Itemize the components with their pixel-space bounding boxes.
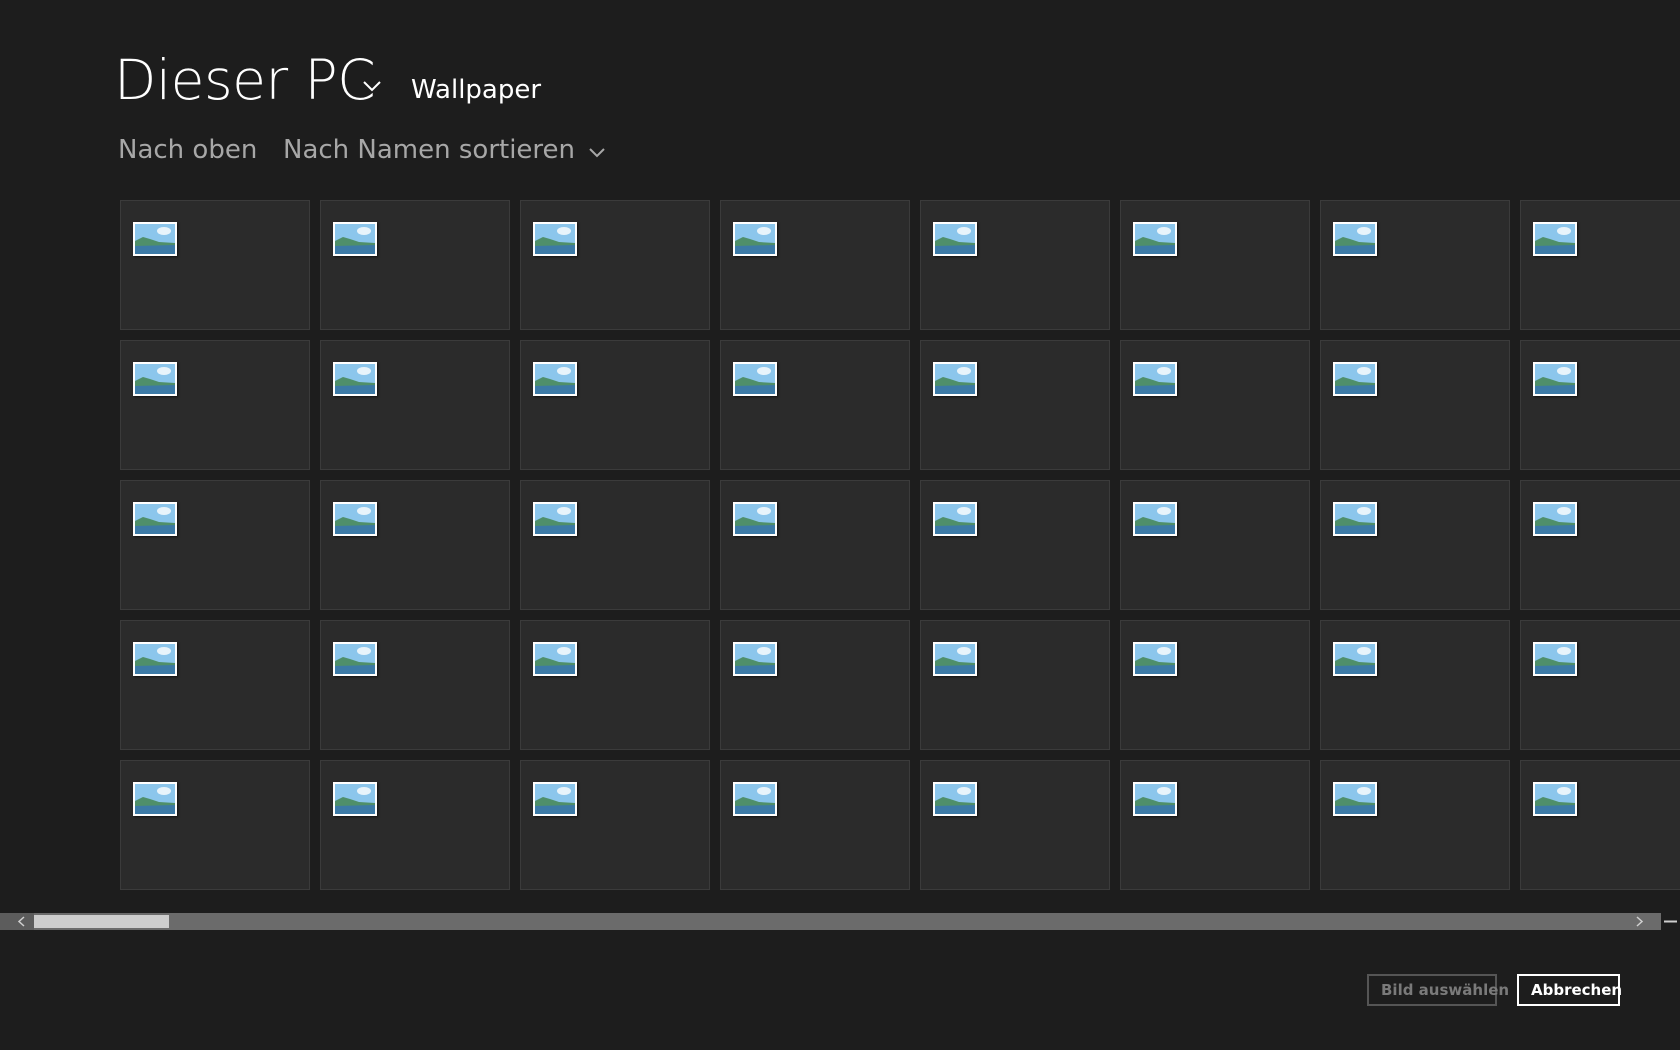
select-image-button[interactable]: Bild auswählen bbox=[1367, 974, 1509, 1006]
sort-label: Nach Namen sortieren bbox=[283, 135, 576, 165]
image-file-icon bbox=[133, 222, 177, 256]
image-file-icon bbox=[1333, 642, 1377, 676]
chevron-down-icon bbox=[589, 148, 605, 158]
image-file-icon bbox=[333, 222, 377, 256]
file-tile[interactable] bbox=[920, 760, 1110, 890]
file-tile[interactable] bbox=[720, 760, 910, 890]
up-button[interactable]: Nach oben bbox=[118, 132, 257, 168]
file-tile[interactable] bbox=[720, 340, 910, 470]
image-file-icon bbox=[1333, 502, 1377, 536]
file-tile[interactable] bbox=[120, 480, 310, 610]
file-tile[interactable] bbox=[1120, 620, 1310, 750]
image-file-icon bbox=[933, 222, 977, 256]
horizontal-scrollbar[interactable] bbox=[0, 913, 1680, 930]
file-tile[interactable] bbox=[1520, 760, 1680, 890]
file-tile[interactable] bbox=[720, 200, 910, 330]
image-file-icon bbox=[533, 222, 577, 256]
minus-icon bbox=[1664, 920, 1677, 923]
image-file-icon bbox=[133, 362, 177, 396]
image-file-icon bbox=[1533, 222, 1577, 256]
file-tile[interactable] bbox=[120, 620, 310, 750]
file-tile[interactable] bbox=[320, 480, 510, 610]
image-file-icon bbox=[333, 642, 377, 676]
file-tile[interactable] bbox=[1320, 480, 1510, 610]
chevron-left-icon bbox=[17, 916, 25, 927]
image-file-icon bbox=[933, 502, 977, 536]
file-tile[interactable] bbox=[1120, 200, 1310, 330]
file-tile[interactable] bbox=[920, 340, 1110, 470]
file-tile[interactable] bbox=[320, 340, 510, 470]
semantic-zoom-button[interactable] bbox=[1661, 913, 1680, 930]
file-picker-window: Dieser PC Wallpaper Nach oben Nach Namen… bbox=[0, 0, 1680, 1050]
file-tile[interactable] bbox=[1320, 200, 1510, 330]
image-file-icon bbox=[1333, 362, 1377, 396]
file-tile[interactable] bbox=[1320, 620, 1510, 750]
image-file-icon bbox=[1533, 642, 1577, 676]
image-file-icon bbox=[933, 642, 977, 676]
file-tile[interactable] bbox=[120, 340, 310, 470]
image-file-icon bbox=[1533, 362, 1577, 396]
file-tile[interactable] bbox=[120, 200, 310, 330]
image-file-icon bbox=[333, 502, 377, 536]
file-tile[interactable] bbox=[1120, 340, 1310, 470]
file-tile[interactable] bbox=[720, 620, 910, 750]
image-file-icon bbox=[1133, 362, 1177, 396]
file-tile[interactable] bbox=[1520, 620, 1680, 750]
file-tile[interactable] bbox=[1120, 760, 1310, 890]
image-file-icon bbox=[333, 362, 377, 396]
image-file-icon bbox=[733, 782, 777, 816]
image-file-icon bbox=[1133, 642, 1177, 676]
file-tile[interactable] bbox=[720, 480, 910, 610]
image-file-icon bbox=[1533, 502, 1577, 536]
image-file-icon bbox=[533, 362, 577, 396]
cancel-button[interactable]: Abbrechen bbox=[1517, 974, 1622, 1006]
file-tile[interactable] bbox=[520, 480, 710, 610]
file-tile[interactable] bbox=[320, 200, 510, 330]
file-tile[interactable] bbox=[120, 760, 310, 890]
file-grid bbox=[120, 200, 1680, 890]
file-tile[interactable] bbox=[520, 200, 710, 330]
file-tile[interactable] bbox=[520, 340, 710, 470]
image-file-icon bbox=[733, 642, 777, 676]
image-file-icon bbox=[533, 782, 577, 816]
file-tile[interactable] bbox=[1520, 200, 1680, 330]
image-file-icon bbox=[1333, 222, 1377, 256]
scroll-left-button[interactable] bbox=[0, 913, 34, 930]
scrollbar-thumb[interactable] bbox=[34, 915, 169, 928]
file-tile[interactable] bbox=[920, 200, 1110, 330]
image-file-icon bbox=[533, 642, 577, 676]
image-file-icon bbox=[133, 782, 177, 816]
image-file-icon bbox=[933, 782, 977, 816]
file-tile[interactable] bbox=[920, 480, 1110, 610]
image-file-icon bbox=[133, 642, 177, 676]
file-tile[interactable] bbox=[1120, 480, 1310, 610]
file-tile[interactable] bbox=[320, 760, 510, 890]
chevron-right-icon bbox=[1636, 916, 1644, 927]
file-tile[interactable] bbox=[1520, 480, 1680, 610]
image-file-icon bbox=[1133, 502, 1177, 536]
file-tile[interactable] bbox=[320, 620, 510, 750]
image-file-icon bbox=[1333, 782, 1377, 816]
file-tile[interactable] bbox=[1520, 340, 1680, 470]
image-file-icon bbox=[1133, 782, 1177, 816]
image-file-icon bbox=[133, 502, 177, 536]
folder-name: Wallpaper bbox=[411, 75, 542, 105]
chevron-down-icon[interactable] bbox=[360, 74, 384, 98]
image-file-icon bbox=[733, 502, 777, 536]
image-file-icon bbox=[733, 222, 777, 256]
file-tile[interactable] bbox=[920, 620, 1110, 750]
file-tile[interactable] bbox=[1320, 760, 1510, 890]
file-tile[interactable] bbox=[520, 620, 710, 750]
sort-button[interactable]: Nach Namen sortieren bbox=[283, 132, 607, 168]
image-file-icon bbox=[533, 502, 577, 536]
file-tile[interactable] bbox=[1320, 340, 1510, 470]
image-file-icon bbox=[1133, 222, 1177, 256]
image-file-icon bbox=[1533, 782, 1577, 816]
scroll-right-button[interactable] bbox=[1625, 913, 1659, 930]
location-title[interactable]: Dieser PC bbox=[114, 44, 376, 116]
file-tile[interactable] bbox=[520, 760, 710, 890]
image-file-icon bbox=[333, 782, 377, 816]
image-file-icon bbox=[733, 362, 777, 396]
image-file-icon bbox=[933, 362, 977, 396]
